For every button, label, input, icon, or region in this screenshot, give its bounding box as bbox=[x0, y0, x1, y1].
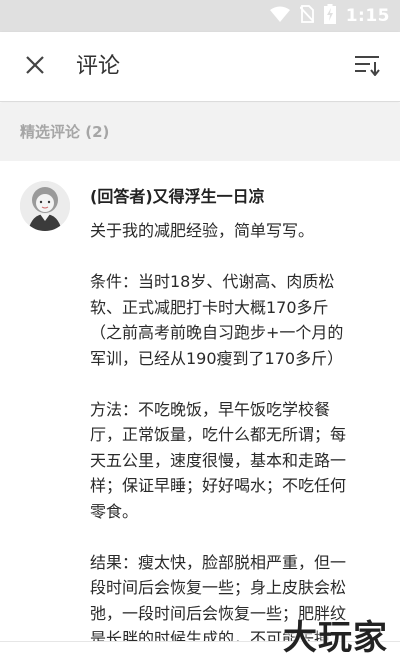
close-icon bbox=[25, 55, 45, 79]
battery-charging-icon bbox=[323, 4, 336, 28]
page-title: 评论 bbox=[76, 54, 121, 79]
comment-line: 样；保证早睡；好好喝水；不吃任何 bbox=[90, 476, 347, 495]
comment-line: 条件：当时18岁、代谢高、肉质松 bbox=[90, 272, 335, 291]
comment-line: 天五公里，速度很慢，基本和走路一 bbox=[90, 450, 347, 470]
comment-line: 方法：不吃晚饭，早午饭吃学校餐 bbox=[90, 399, 331, 419]
sort-button[interactable] bbox=[348, 48, 386, 86]
watermark-logo: 大玩家 bbox=[283, 618, 388, 658]
comment-item: (回答者)又得浮生一日凉 关于我的减肥经验，简单写写。 条件：当时18岁、代谢高… bbox=[0, 161, 400, 648]
avatar[interactable] bbox=[20, 181, 70, 231]
comment-line: 软、正式减肥打卡时大概170多斤 bbox=[90, 297, 329, 317]
comment-line: 军训，已经从190瘦到了170多斤） bbox=[90, 348, 344, 368]
close-button[interactable] bbox=[16, 48, 54, 86]
featured-comments-label: 精选评论 (2) bbox=[20, 123, 110, 141]
paragraph-spacer bbox=[90, 371, 388, 397]
comment-author[interactable]: (回答者)又得浮生一日凉 bbox=[90, 183, 265, 207]
paragraph-spacer bbox=[90, 524, 388, 550]
status-icons: 1:15 bbox=[269, 0, 390, 32]
comment-line: 关于我的减肥经验，简单写写。 bbox=[90, 221, 315, 240]
sort-icon bbox=[354, 54, 380, 80]
comment-line: 厅，正常饭量，吃什么都无所谓；每 bbox=[90, 425, 347, 444]
comment-line: （之前高考前晚自习跑步+一个月的 bbox=[90, 323, 344, 342]
wifi-icon bbox=[269, 6, 290, 26]
no-sim-icon bbox=[299, 5, 315, 27]
comment-line: 结果：瘦太快，脸部脱相严重，但一 bbox=[90, 552, 347, 572]
status-time: 1:15 bbox=[345, 6, 390, 26]
comment-body: 关于我的减肥经验，简单写写。 条件：当时18岁、代谢高、肉质松 软、正式减肥打卡… bbox=[90, 218, 388, 652]
status-bar: 1:15 bbox=[0, 0, 400, 32]
paragraph-spacer bbox=[90, 244, 388, 270]
app-bar: 评论 bbox=[0, 32, 400, 102]
comment-line: 零食。 bbox=[90, 501, 139, 521]
comment-line: 段时间后会恢复一些；身上皮肤会松 bbox=[90, 578, 347, 597]
featured-comments-header: 精选评论 (2) bbox=[0, 103, 400, 161]
